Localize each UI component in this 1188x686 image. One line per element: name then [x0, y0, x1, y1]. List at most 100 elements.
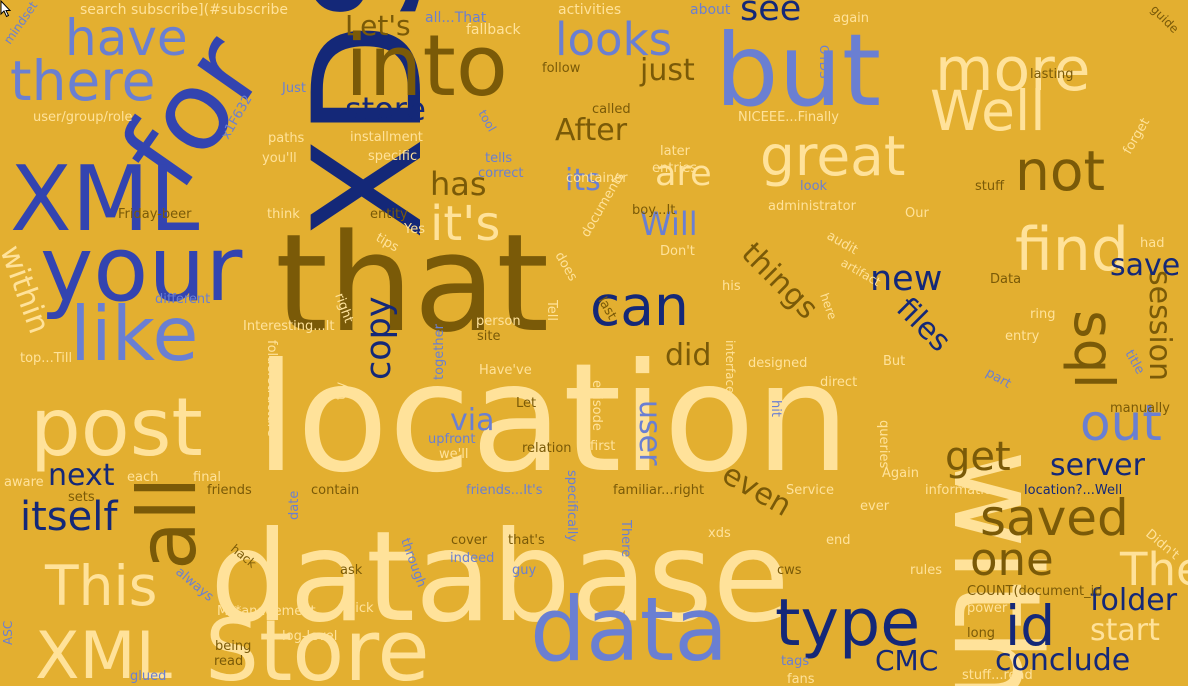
cloud-word: Friday-beer [118, 207, 192, 222]
cloud-word: Just [281, 81, 306, 96]
cloud-word: entries [652, 161, 697, 176]
cloud-word: ever [860, 499, 890, 514]
mouse-cursor-icon [0, 0, 12, 18]
cloud-word: Our [905, 206, 929, 221]
cloud-word: Tell [544, 299, 559, 321]
cloud-word: administrator [768, 199, 857, 214]
cloud-word: xds [708, 526, 731, 541]
cloud-word: specifically [564, 470, 579, 542]
cloud-word: see [740, 0, 801, 29]
cloud-word: stuff...read [962, 668, 1033, 683]
cloud-word: folderstructure [264, 340, 279, 437]
cloud-word: great [760, 124, 905, 188]
cloud-word: person [476, 314, 521, 329]
cloud-word: save [1110, 248, 1180, 283]
cloud-word: After [555, 113, 628, 148]
cloud-word: think [267, 207, 300, 222]
cloud-word: each [127, 470, 158, 485]
cloud-word: sets [68, 490, 95, 505]
cloud-word: fallback [466, 22, 521, 38]
cloud-word: friends...It's [466, 483, 543, 498]
cloud-word: top...Till [20, 351, 72, 366]
cloud-word: installment [350, 130, 423, 145]
cloud-word: boy...It [632, 203, 675, 218]
cloud-word: power [967, 601, 1008, 616]
cloud-word: contain [311, 483, 359, 498]
cloud-word: later [660, 144, 691, 159]
cloud-word: fans [787, 672, 815, 686]
cloud-word: look [800, 179, 828, 194]
cloud-word: entity [370, 207, 408, 222]
cloud-word: we'll [439, 447, 468, 462]
cloud-word: try [334, 382, 349, 400]
cloud-word: store [345, 90, 426, 128]
cloud-word: But [883, 354, 905, 369]
cloud-word: tags [781, 654, 809, 669]
cloud-word: there [10, 49, 156, 113]
cloud-word: hit [768, 400, 783, 417]
cloud-word: next [48, 458, 115, 493]
cloud-word: correct [478, 166, 524, 181]
cloud-word: upfront [428, 432, 475, 447]
cloud-word: follow [542, 61, 581, 76]
cloud-word: not [1015, 139, 1105, 203]
cloud-word: date [287, 491, 302, 520]
cloud-word: There [618, 519, 633, 557]
cloud-word: Don't [660, 244, 695, 259]
cloud-word: lasting [1030, 67, 1074, 82]
cloud-word: glued [130, 669, 166, 684]
cloud-word: user [632, 400, 667, 466]
cloud-word: rules [910, 563, 942, 578]
cloud-word: paths [268, 131, 305, 146]
cloud-word: server [1050, 448, 1146, 483]
cloud-word: end [826, 533, 851, 548]
cloud-word: indeed [450, 551, 494, 566]
word-cloud: XDS with location database that for XML your but… [0, 0, 1188, 686]
cloud-word: Have've [479, 363, 532, 378]
cloud-word: Interesting...It [243, 319, 335, 334]
cloud-word: together [432, 323, 447, 380]
cloud-word: had [1140, 236, 1164, 251]
cloud-word: again [833, 11, 869, 26]
cloud-word: tells [485, 151, 512, 166]
cloud-word: relation [522, 441, 572, 456]
cloud-word: location?...Well [1024, 483, 1122, 498]
cloud-word: called [592, 102, 631, 117]
cloud-word: episode [589, 380, 604, 431]
cloud-word: activities [558, 2, 621, 18]
cloud-word: direct [820, 375, 857, 390]
cloud-word: entry [1005, 329, 1040, 344]
cloud-word: ASC [1, 621, 15, 645]
cloud-word: CMC [875, 644, 938, 677]
cloud-word: M**anagement [217, 604, 316, 619]
cloud-word: Data [990, 272, 1021, 287]
cloud-word: his [722, 279, 741, 294]
cloud-word: interface [723, 340, 737, 394]
cloud-word: site [477, 329, 500, 344]
cloud-word: Yes [403, 222, 425, 237]
cloud-word: different [155, 292, 210, 307]
cloud-word: session [1142, 270, 1177, 381]
cloud-word: ring [1030, 307, 1055, 322]
cloud-word: just [639, 53, 695, 88]
cloud-word: specific [368, 149, 417, 164]
cloud-word: Let [516, 396, 536, 411]
cloud-word: NICEEE...Finally [738, 110, 839, 125]
cloud-word: aware [4, 475, 44, 490]
cloud-word: ask [340, 563, 363, 578]
cloud-word: you'll [262, 151, 297, 166]
cloud-word: being [215, 639, 251, 654]
cloud-word: data [530, 578, 728, 681]
cloud-word: Again [882, 466, 919, 481]
cloud-word: stuff [975, 179, 1005, 194]
cloud-word: guy [512, 563, 536, 578]
cloud-word: did [665, 338, 711, 373]
cloud-word: sql [1062, 310, 1126, 389]
cloud-word: friends [207, 483, 252, 498]
cloud-word: COUNT(document_id [967, 584, 1103, 599]
cloud-word: read [214, 654, 243, 669]
cloud-word: that's [508, 533, 545, 548]
cloud-word: Well [930, 79, 1046, 143]
cloud-word: queries [876, 420, 891, 468]
cloud-word: manually [1110, 401, 1170, 416]
